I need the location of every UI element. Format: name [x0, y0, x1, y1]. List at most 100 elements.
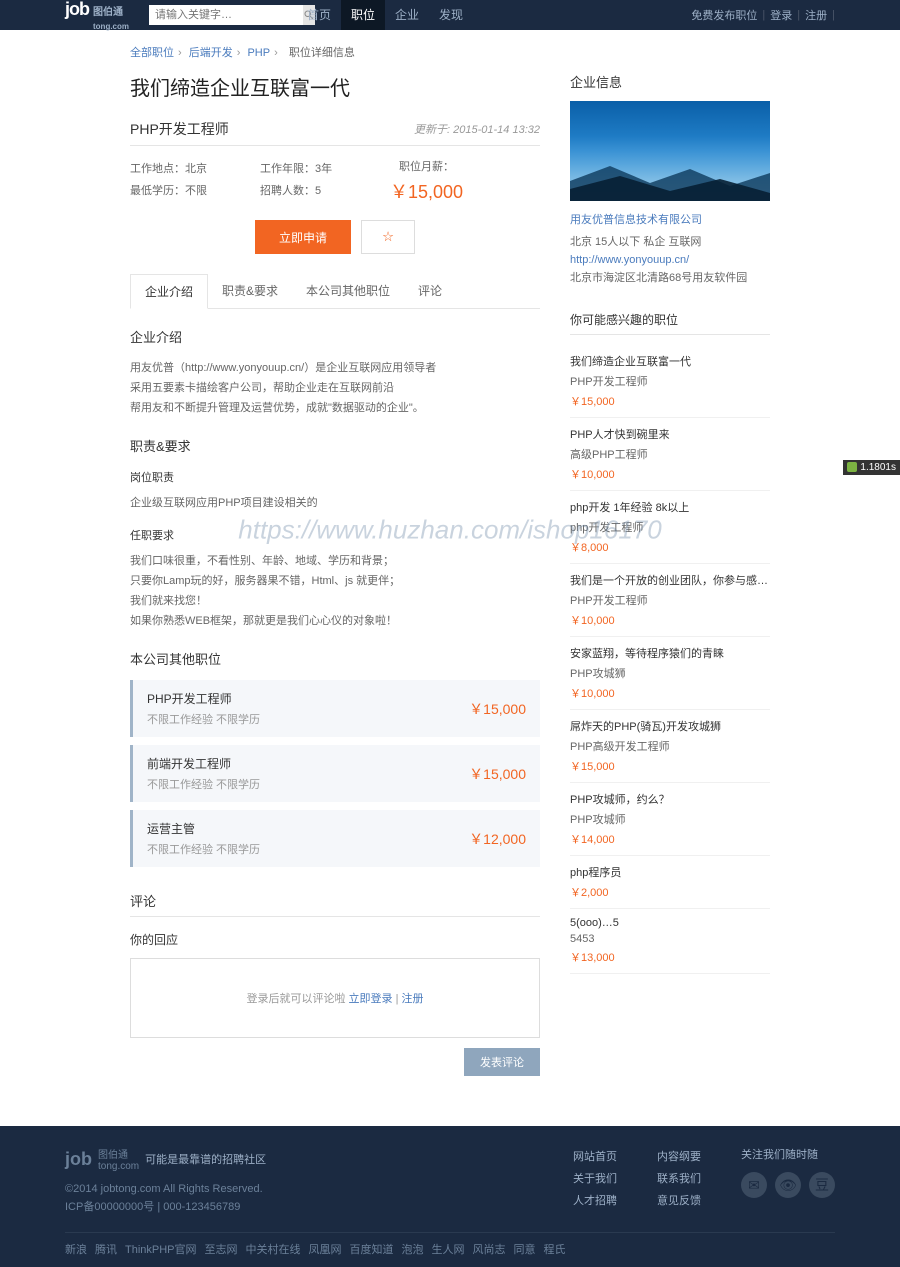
- bottom-link[interactable]: 新浪: [65, 1244, 87, 1256]
- bottom-link[interactable]: 泡泡: [402, 1244, 424, 1256]
- rec-price: ￥14,000: [570, 831, 770, 847]
- bottom-link[interactable]: 程氏: [544, 1244, 566, 1256]
- rec-title: 安家蓝翔，等待程序猿们的青睐: [570, 645, 770, 661]
- recommend-item[interactable]: 我们缔造企业互联富一代PHP开发工程师￥15,000: [570, 345, 770, 418]
- bottom-link[interactable]: 风尚志: [473, 1244, 506, 1256]
- intro-p1: 用友优普（http://www.yonyouup.cn/）是企业互联网应用领导者: [130, 358, 540, 378]
- comment-label: 你的回应: [130, 931, 540, 948]
- rec-price: ￥15,000: [570, 393, 770, 409]
- other-job-item[interactable]: PHP开发工程师不限工作经验 不限学历￥15,000: [130, 680, 540, 737]
- rec-sub: PHP攻城师: [570, 811, 770, 827]
- bottom-link[interactable]: 凤凰网: [309, 1244, 342, 1256]
- footer-link[interactable]: 关于我们: [573, 1168, 617, 1190]
- req-sub2: 任职要求: [130, 527, 540, 543]
- company-meta: 北京 15人以下 私企 互联网: [570, 233, 770, 251]
- tab-others[interactable]: 本公司其他职位: [292, 274, 404, 308]
- location: 工作地点：北京: [130, 158, 260, 180]
- perf-badge: 1.1801s: [843, 460, 900, 475]
- footer-logo: job 图伯通tong.com 可能是最靠谱的招聘社区: [65, 1146, 573, 1172]
- search-input[interactable]: [149, 5, 303, 25]
- rec-title: 5(ооо)…5: [570, 917, 770, 929]
- job-item-salary: ￥15,000: [469, 699, 526, 719]
- intro-title: 企业介绍: [130, 327, 540, 346]
- job-item-meta: 不限工作经验 不限学历: [147, 776, 260, 792]
- recommend-title: 你可能感兴趣的职位: [570, 311, 770, 335]
- tab-comments[interactable]: 评论: [404, 274, 456, 308]
- req-p5: 如果你熟悉WEB框架，那就更是我们心心仪的对象啦！: [130, 611, 540, 631]
- company-address: 北京市海淀区北清路68号用友软件园: [570, 269, 770, 287]
- wechat-icon[interactable]: ✉: [741, 1172, 767, 1198]
- nav: 首页 职位 企业 发现: [297, 0, 473, 30]
- douban-icon[interactable]: 豆: [809, 1172, 835, 1198]
- job-item-meta: 不限工作经验 不限学历: [147, 841, 260, 857]
- job-item-meta: 不限工作经验 不限学历: [147, 711, 260, 727]
- rec-sub: PHP开发工程师: [570, 592, 770, 608]
- footer-link[interactable]: 人才招聘: [573, 1190, 617, 1212]
- recommend-item[interactable]: php开发 1年经验 8k以上php开发工程师￥8,000: [570, 491, 770, 564]
- register-link[interactable]: 注册: [802, 7, 830, 23]
- intro-p3: 帮用友和不断提升管理及运营优势，成就"数据驱动的企业"。: [130, 398, 540, 418]
- logo[interactable]: job 图伯通 tong.com: [65, 0, 129, 32]
- rec-title: 屌炸天的PHP(骑瓦)开发攻城狮: [570, 718, 770, 734]
- recommend-item[interactable]: 屌炸天的PHP(骑瓦)开发攻城狮 PHP高级开发工程师 ￥15,000: [570, 710, 770, 783]
- favorite-button[interactable]: ☆: [361, 220, 415, 254]
- comment-register[interactable]: 注册: [402, 993, 424, 1005]
- nav-jobs[interactable]: 职位: [341, 0, 385, 30]
- req-p4: 我们就来找您！: [130, 591, 540, 611]
- crumb-backend[interactable]: 后端开发: [189, 47, 233, 59]
- tab-req[interactable]: 职责&要求: [208, 274, 292, 308]
- rec-price: ￥10,000: [570, 466, 770, 482]
- company-image: [570, 101, 770, 201]
- weibo-icon[interactable]: 👁: [775, 1172, 801, 1198]
- bottom-link[interactable]: ThinkPHP官网: [125, 1244, 197, 1256]
- header-right: 免费发布职位 | 登录 | 注册 |: [688, 7, 835, 23]
- req-p3: 只要你Lamp玩的好，服务器果不错，Html、js 就更伴；: [130, 571, 540, 591]
- rec-sub: 5453: [570, 933, 770, 945]
- nav-home[interactable]: 首页: [297, 0, 341, 30]
- footer-link[interactable]: 联系我们: [657, 1168, 701, 1190]
- crumb-all[interactable]: 全部职位: [130, 47, 174, 59]
- bottom-link[interactable]: 百度知道: [350, 1244, 394, 1256]
- nav-discover[interactable]: 发现: [429, 0, 473, 30]
- recommend-item[interactable]: 5(ооо)…55453￥13,000: [570, 909, 770, 974]
- recommend-item[interactable]: PHP攻城师，约么？PHP攻城师￥14,000: [570, 783, 770, 856]
- footer-bottom: 新浪腾讯 ThinkPHP官网至志网中关村在线凤凰网百度知道泡泡生人网风尚志同意程…: [65, 1232, 835, 1257]
- comment-area: 登录后就可以评论啦 立即登录 | 注册: [130, 958, 540, 1038]
- bottom-link[interactable]: 腾讯: [95, 1244, 117, 1256]
- job-item-salary: ￥15,000: [469, 764, 526, 784]
- rec-sub: php开发工程师: [570, 519, 770, 535]
- company-url[interactable]: http://www.yonyouup.cn/: [570, 251, 770, 269]
- rec-sub: PHP高级开发工程师: [570, 738, 770, 754]
- footer-link[interactable]: 内容纲要: [657, 1146, 701, 1168]
- update-time: 更新于: 2015-01-14 13:32: [414, 121, 540, 137]
- social-title: 关注我们随时随: [741, 1146, 835, 1162]
- submit-comment-button[interactable]: 发表评论: [464, 1048, 540, 1076]
- footer-link[interactable]: 网站首页: [573, 1146, 617, 1168]
- bottom-link[interactable]: 同意: [514, 1244, 536, 1256]
- comment-hint: 登录后就可以评论啦 立即登录 | 注册: [246, 990, 423, 1006]
- req-sub1: 岗位职责: [130, 469, 540, 485]
- footer-link[interactable]: 意见反馈: [657, 1190, 701, 1212]
- bottom-link[interactable]: 生人网: [432, 1244, 465, 1256]
- req-p1: 企业级互联网应用PHP项目建设相关的: [130, 493, 540, 513]
- bottom-link[interactable]: 中关村在线: [246, 1244, 301, 1256]
- recommend-item[interactable]: 安家蓝翔，等待程序猿们的青睐PHP攻城狮￥10,000: [570, 637, 770, 710]
- apply-button[interactable]: 立即申请: [255, 220, 351, 254]
- others-title: 本公司其他职位: [130, 649, 540, 668]
- bottom-link[interactable]: 至志网: [205, 1244, 238, 1256]
- post-job-link[interactable]: 免费发布职位: [688, 7, 760, 23]
- footer-copyright: ©2014 jobtong.com All Rights Reserved.: [65, 1180, 573, 1198]
- login-link[interactable]: 登录: [767, 7, 795, 23]
- comment-login[interactable]: 立即登录: [349, 993, 393, 1005]
- recommend-item[interactable]: php程序员￥2,000: [570, 856, 770, 909]
- tab-intro[interactable]: 企业介绍: [130, 274, 208, 309]
- crumb-php[interactable]: PHP: [247, 47, 270, 59]
- recommend-item[interactable]: 我们是一个开放的创业团队，你参与感，都任性，…PHP开发工程师￥10,000: [570, 564, 770, 637]
- nav-company[interactable]: 企业: [385, 0, 429, 30]
- rec-title: PHP人才快到碗里来: [570, 426, 770, 442]
- other-job-item[interactable]: 前端开发工程师不限工作经验 不限学历￥15,000: [130, 745, 540, 802]
- company-name[interactable]: 用友优普信息技术有限公司: [570, 211, 770, 227]
- other-job-item[interactable]: 运营主管不限工作经验 不限学历￥12,000: [130, 810, 540, 867]
- rec-price: ￥15,000: [570, 758, 770, 774]
- recommend-item[interactable]: PHP人才快到碗里来高级PHP工程师￥10,000: [570, 418, 770, 491]
